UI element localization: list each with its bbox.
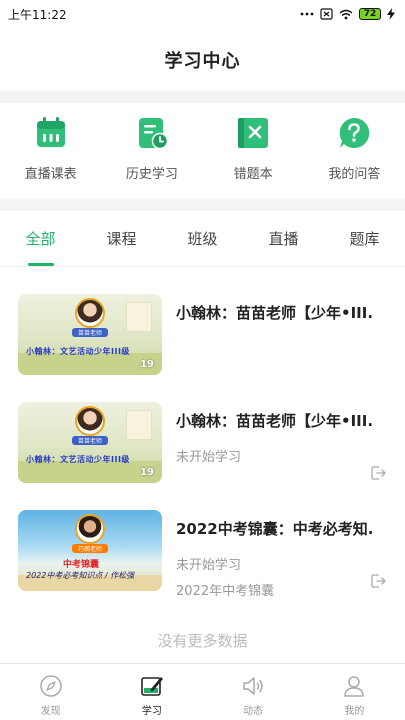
teacher-avatar	[75, 298, 105, 328]
no-sim-icon	[320, 8, 333, 20]
course-thumbnail: 苗苗老师 小翰林：文艺活动少年III级 19	[18, 402, 162, 483]
thumbnail-window	[126, 302, 152, 332]
course-info: 2022中考锦囊：中考必考知... 未开始学习 2022年中考锦囊	[176, 510, 387, 599]
quick-action-history[interactable]: 历史学习	[101, 103, 202, 199]
nav-study[interactable]: 学习	[101, 664, 202, 720]
nav-profile[interactable]: 我的	[304, 664, 405, 720]
status-time: 上午11:22	[8, 7, 67, 22]
nav-label: 学习	[141, 706, 162, 717]
teacher-nameplate: 苗苗老师	[72, 328, 108, 337]
quick-action-live-schedule[interactable]: 直播课表	[0, 103, 101, 199]
teacher-avatar	[75, 406, 105, 436]
course-title: 小翰林：苗苗老师【少年•III...	[176, 304, 374, 322]
tab-label: 班级	[187, 230, 218, 248]
question-icon	[340, 117, 370, 148]
course-item[interactable]: 苗苗老师 小翰林：文艺活动少年III级 19 小翰林：苗苗老师【少年•III..…	[0, 268, 405, 376]
course-item[interactable]: 巧翰老师 中考锦囊 2022中考必考知识点 / 作松强 2022中考锦囊：中考必…	[0, 484, 405, 599]
tab-label: 课程	[106, 230, 137, 248]
quick-action-label: 我的问答	[328, 167, 381, 182]
page-header: 学习中心	[0, 28, 405, 91]
course-list: 苗苗老师 小翰林：文艺活动少年III级 19 小翰林：苗苗老师【少年•III..…	[0, 268, 405, 599]
nav-label: 我的	[344, 706, 365, 717]
lesson-count: 19	[140, 467, 154, 478]
status-bar: 上午11:22 72	[0, 0, 405, 28]
course-info: 小翰林：苗苗老师【少年•III... 未开始学习	[176, 402, 387, 484]
tab-courses[interactable]: 课程	[81, 211, 162, 266]
tab-question-bank[interactable]: 题库	[324, 211, 405, 266]
nav-label: 动态	[243, 706, 264, 717]
history-icon	[138, 118, 169, 150]
course-thumbnail: 苗苗老师 小翰林：文艺活动少年III级 19	[18, 294, 162, 375]
enter-course-icon[interactable]	[369, 572, 387, 590]
tab-label: 题库	[349, 230, 380, 248]
course-tag: 2022年中考锦囊	[176, 584, 275, 599]
calendar-icon	[36, 117, 65, 147]
bottom-navigation: 发现 学习 动态 我的	[0, 663, 405, 720]
quick-action-label: 历史学习	[125, 167, 178, 182]
course-thumbnail: 巧翰老师 中考锦囊 2022中考必考知识点 / 作松强	[18, 510, 162, 591]
nav-discover[interactable]: 发现	[0, 664, 101, 720]
section-divider	[0, 91, 405, 103]
no-more-data-text: 没有更多数据	[157, 632, 248, 650]
wrong-book-icon	[238, 118, 269, 148]
signal-icon	[300, 9, 314, 19]
charging-icon	[387, 8, 395, 20]
teacher-nameplate: 巧翰老师	[72, 544, 108, 553]
learning-center-screen: 上午11:22 72 学习中心 直播课表 历史学习 错题本 我的问答 全部 课程…	[0, 0, 405, 720]
course-status: 未开始学习	[176, 558, 242, 573]
thumbnail-caption: 小翰林：文艺活动少年III级	[26, 347, 130, 356]
course-info: 小翰林：苗苗老师【少年•III...	[176, 294, 387, 376]
course-item[interactable]: 苗苗老师 小翰林：文艺活动少年III级 19 小翰林：苗苗老师【少年•III..…	[0, 376, 405, 484]
page-title: 学习中心	[164, 50, 241, 72]
enter-course-icon[interactable]	[369, 464, 387, 482]
course-title: 2022中考锦囊：中考必考知...	[176, 520, 374, 538]
quick-actions: 直播课表 历史学习 错题本 我的问答	[0, 103, 405, 199]
tab-classes[interactable]: 班级	[162, 211, 243, 266]
study-icon	[141, 677, 163, 696]
section-divider	[0, 199, 405, 211]
quick-action-my-qa[interactable]: 我的问答	[304, 103, 405, 199]
nav-feed[interactable]: 动态	[203, 664, 304, 720]
tab-label: 直播	[268, 230, 299, 248]
compass-icon	[39, 675, 62, 697]
status-icons: 72	[300, 8, 395, 20]
person-icon	[344, 676, 365, 697]
quick-action-wrong-book[interactable]: 错题本	[203, 103, 304, 199]
nav-label: 发现	[40, 706, 61, 717]
quick-action-label: 直播课表	[24, 167, 77, 182]
quick-action-label: 错题本	[233, 167, 273, 182]
active-tab-indicator	[27, 263, 54, 266]
lesson-count: 19	[140, 359, 154, 370]
speaker-icon	[243, 677, 263, 695]
course-title: 小翰林：苗苗老师【少年•III...	[176, 412, 374, 430]
thumbnail-caption: 2022中考必考知识点 / 作松强	[26, 571, 135, 580]
teacher-avatar	[75, 514, 105, 544]
tab-live[interactable]: 直播	[243, 211, 324, 266]
category-tabs: 全部 课程 班级 直播 题库	[0, 211, 405, 267]
teacher-nameplate: 苗苗老师	[72, 436, 108, 445]
course-status: 未开始学习	[176, 450, 242, 465]
thumbnail-headline: 中考锦囊	[63, 560, 100, 570]
wifi-icon	[339, 9, 353, 20]
thumbnail-window	[126, 410, 152, 440]
thumbnail-caption: 小翰林：文艺活动少年III级	[26, 455, 130, 464]
tab-all[interactable]: 全部	[0, 211, 81, 266]
battery-indicator: 72	[359, 8, 381, 20]
tab-label: 全部	[25, 230, 56, 248]
